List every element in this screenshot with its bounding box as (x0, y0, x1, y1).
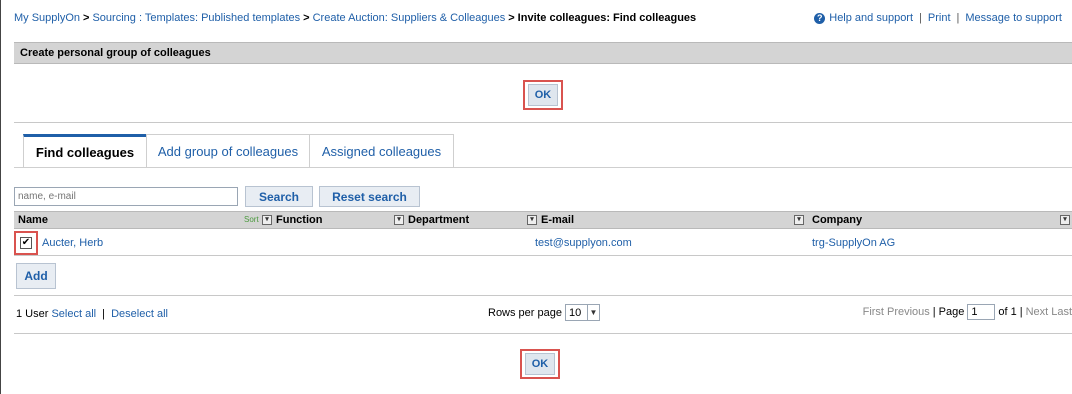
first-page-link[interactable]: First (863, 306, 884, 318)
page-label: Page (938, 306, 965, 318)
link-separator: | (956, 12, 960, 24)
column-company: Company (812, 214, 863, 226)
rows-per-page-select[interactable]: 10 ▼ (565, 304, 600, 321)
section-title: Create personal group of colleagues (14, 42, 1072, 64)
help-and-support-link[interactable]: Help and support (829, 12, 913, 24)
search-button[interactable]: Search (245, 186, 313, 207)
tab-add-group-of-colleagues[interactable]: Add group of colleagues (146, 134, 310, 168)
row-company-link[interactable]: trg-SupplyOn AG (812, 230, 895, 256)
selection-controls: 1 User Select all | Deselect all (16, 308, 168, 320)
breadcrumb-create-auction[interactable]: Create Auction: Suppliers & Colleagues (313, 12, 506, 24)
breadcrumb-separator: > (508, 12, 515, 24)
ok-bar-top: OK (14, 64, 1072, 123)
help-links: ? Help and support | Print | Message to … (814, 12, 1072, 24)
tab-assigned-colleagues[interactable]: Assigned colleagues (309, 134, 454, 168)
print-link[interactable]: Print (928, 12, 951, 24)
ok-button[interactable]: OK (528, 84, 558, 106)
ok-button-highlight: OK (523, 80, 563, 110)
tab-find-colleagues[interactable]: Find colleagues (23, 134, 147, 168)
reset-search-button[interactable]: Reset search (319, 186, 420, 207)
row-email-link[interactable]: test@supplyon.com (535, 230, 632, 256)
pager: 1 User Select all | Deselect all Rows pe… (14, 297, 1072, 333)
add-area: Add (14, 257, 1072, 296)
rows-per-page-label: Rows per page (488, 306, 562, 319)
breadcrumb: My SupplyOn > Sourcing : Templates: Publis… (14, 12, 696, 24)
filter-dropdown-icon[interactable]: ▾ (394, 215, 404, 225)
checkmark-icon: ✔ (21, 237, 31, 248)
deselect-all-link[interactable]: Deselect all (111, 308, 168, 320)
breadcrumb-my-supplyon[interactable]: My SupplyOn (14, 12, 80, 24)
breadcrumb-separator: > (303, 12, 310, 24)
filter-dropdown-icon[interactable]: ▾ (794, 215, 804, 225)
sort-link[interactable]: Sort (244, 212, 259, 228)
search-input[interactable] (14, 187, 238, 206)
next-page-link[interactable]: Next (1026, 306, 1049, 318)
tab-divider (14, 167, 1072, 168)
table-row: ✔ Aucter, Herb test@supplyon.com trg-Sup… (14, 230, 1072, 256)
rows-per-page-value: 10 (569, 306, 582, 319)
filter-dropdown-icon[interactable]: ▾ (1060, 215, 1070, 225)
message-to-support-link[interactable]: Message to support (965, 12, 1062, 24)
breadcrumb-current: Invite colleagues: Find colleagues (517, 12, 697, 24)
column-department: Department (408, 214, 470, 226)
column-email: E-mail (541, 214, 575, 226)
row-checkbox-highlight: ✔ (14, 231, 38, 255)
table-header: Name Sort ▾ Function ▾ Department ▾ E-ma… (14, 211, 1072, 229)
column-function: Function (276, 214, 323, 226)
rows-per-page: Rows per page 10 ▼ (488, 304, 600, 321)
page-total: of 1 (998, 306, 1017, 318)
pagination: First Previous | Page of 1 | Next Last (863, 304, 1072, 320)
link-separator: | (102, 308, 106, 320)
chevron-down-icon: ▼ (587, 305, 599, 320)
ok-button-highlight: OK (520, 349, 560, 379)
tab-bar: Find colleagues Add group of colleagues … (23, 134, 454, 168)
breadcrumb-separator: > (83, 12, 90, 24)
question-circle-icon: ? (814, 12, 826, 24)
top-bar: My SupplyOn > Sourcing : Templates: Publis… (14, 8, 1072, 28)
column-name: Name (18, 214, 48, 226)
select-all-link[interactable]: Select all (51, 308, 96, 320)
page-number-input[interactable] (967, 304, 996, 320)
filter-dropdown-icon[interactable]: ▾ (527, 215, 537, 225)
row-name-link[interactable]: Aucter, Herb (42, 230, 103, 256)
filter-dropdown-icon[interactable]: ▾ (262, 215, 272, 225)
row-checkbox[interactable]: ✔ (20, 237, 32, 249)
breadcrumb-sourcing-templates[interactable]: Sourcing : Templates: Published template… (92, 12, 300, 24)
user-count: 1 User (16, 308, 49, 320)
last-page-link[interactable]: Last (1051, 306, 1072, 318)
previous-page-link[interactable]: Previous (887, 306, 930, 318)
add-button[interactable]: Add (16, 263, 56, 289)
link-separator: | (932, 306, 936, 318)
link-separator: | (1019, 306, 1023, 318)
ok-bar-bottom: OK (14, 333, 1072, 394)
link-separator: | (919, 12, 922, 24)
search-row: Search Reset search (14, 186, 420, 207)
ok-button[interactable]: OK (525, 353, 555, 375)
